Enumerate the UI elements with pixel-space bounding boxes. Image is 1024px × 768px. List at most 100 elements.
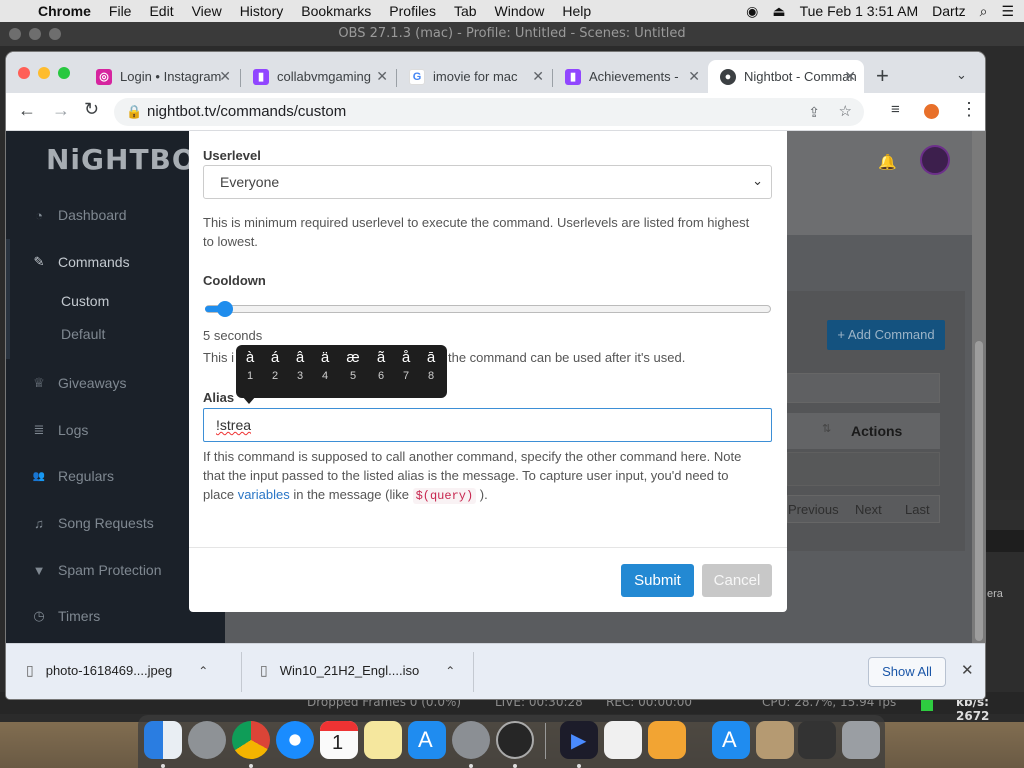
filter-icon: ▼: [32, 562, 46, 578]
cooldown-slider-track[interactable]: [205, 305, 771, 313]
sidebar-item-default[interactable]: Default: [61, 326, 105, 342]
menubar-user[interactable]: Dartz: [932, 3, 965, 19]
spotlight-search-icon[interactable]: ⌕: [980, 3, 988, 20]
sidebar-item-logs[interactable]: ≣ Logs: [32, 422, 89, 438]
page-scrollbar-thumb[interactable]: [975, 341, 983, 641]
userlevel-select[interactable]: Everyone ⌄: [203, 165, 772, 199]
accent-option[interactable]: à1: [237, 349, 263, 382]
menubar-datetime[interactable]: Tue Feb 1 3:51 AM: [800, 3, 919, 19]
window-zoom-button[interactable]: [58, 67, 70, 79]
tab-close-icon[interactable]: ✕: [688, 68, 700, 85]
cancel-button[interactable]: Cancel: [702, 564, 772, 597]
tab-achievements[interactable]: ▮ Achievements - ✕: [553, 60, 708, 93]
menu-help[interactable]: Help: [553, 3, 600, 19]
chevron-up-icon[interactable]: ⌃: [445, 664, 455, 678]
accent-option[interactable]: á2: [262, 349, 288, 382]
obs-icon[interactable]: [496, 721, 534, 759]
downloads-stack-icon[interactable]: [756, 721, 794, 759]
extension-basketball-icon[interactable]: [924, 104, 939, 119]
share-icon[interactable]: ⇪: [808, 98, 820, 126]
tab-search-chevron-icon[interactable]: ⌄: [956, 67, 967, 83]
system-preferences-icon[interactable]: [452, 721, 490, 759]
alias-input[interactable]: !strea: [203, 408, 772, 442]
tab-nightbot[interactable]: ● Nightbot - Commands ✕: [708, 60, 864, 93]
menu-history[interactable]: History: [231, 3, 293, 19]
control-center-icon[interactable]: ☰: [1001, 3, 1014, 20]
obs-bitrate: kb/s: 2672: [956, 695, 990, 723]
cooldown-slider-handle[interactable]: [217, 301, 233, 317]
sidebar-item-commands[interactable]: ✎ Commands: [32, 254, 130, 270]
sidebar-item-regulars[interactable]: 👥 Regulars: [32, 468, 114, 484]
obs-minimize-button[interactable]: [29, 28, 41, 40]
tab-close-icon[interactable]: ✕: [376, 68, 388, 85]
accent-option[interactable]: ä4: [312, 349, 338, 382]
chevron-up-icon[interactable]: ⌃: [198, 664, 208, 678]
tab-close-icon[interactable]: ✕: [844, 68, 856, 85]
video-player-icon[interactable]: ▶: [560, 721, 598, 759]
menu-bookmarks[interactable]: Bookmarks: [292, 3, 380, 19]
show-all-button[interactable]: Show All: [868, 657, 946, 687]
sidebar-item-song-requests[interactable]: ♫ Song Requests: [32, 515, 154, 531]
safari-icon[interactable]: [276, 721, 314, 759]
address-bar[interactable]: 🔒 nightbot.tv/commands/custom ⇪ ☆: [114, 98, 864, 126]
accent-option[interactable]: å7: [393, 349, 419, 382]
window-close-button[interactable]: [18, 67, 30, 79]
sidebar-item-custom[interactable]: Custom: [61, 293, 109, 309]
calendar-icon[interactable]: 1: [320, 721, 358, 759]
tab-close-icon[interactable]: ✕: [219, 68, 231, 85]
tab-collabvmgaming[interactable]: ▮ collabvmgaming ✕: [241, 60, 396, 93]
app-menu[interactable]: Chrome: [29, 3, 100, 19]
alias-help-text: If this command is supposed to call anot…: [203, 447, 763, 506]
chrome-menu-icon[interactable]: ⋮: [960, 99, 978, 120]
chrome-window: ◎ Login • Instagram ✕ ▮ collabvmgaming ✕…: [6, 52, 985, 699]
menu-file[interactable]: File: [100, 3, 141, 19]
menu-profiles[interactable]: Profiles: [380, 3, 445, 19]
download-item-jpeg[interactable]: ▯ photo-1618469....jpeg ⌃: [26, 662, 208, 679]
home-icon[interactable]: [648, 721, 686, 759]
accent-option[interactable]: ā8: [418, 349, 444, 382]
trash-icon[interactable]: [842, 721, 880, 759]
tab-instagram[interactable]: ◎ Login • Instagram ✕: [84, 60, 239, 93]
window-minimize-button[interactable]: [38, 67, 50, 79]
reload-icon[interactable]: ↻: [84, 99, 99, 120]
app-store-download-icon[interactable]: A: [712, 721, 750, 759]
menu-window[interactable]: Window: [486, 3, 554, 19]
obs-status-icon[interactable]: ◉: [746, 3, 758, 20]
chrome-icon[interactable]: [232, 721, 270, 759]
textedit-icon[interactable]: [604, 721, 642, 759]
download-item-iso[interactable]: ▯ Win10_21H2_Engl....iso ⌃: [260, 662, 455, 679]
trophy-icon: ♕: [33, 375, 45, 390]
launchpad-icon[interactable]: [188, 721, 226, 759]
accent-option[interactable]: â3: [287, 349, 313, 382]
obs-close-button[interactable]: [9, 28, 21, 40]
accent-option[interactable]: ã6: [368, 349, 394, 382]
sidebar-item-spam-protection[interactable]: ▼ Spam Protection: [32, 562, 162, 578]
alias-help-part: in the message (like: [289, 487, 413, 502]
new-tab-icon[interactable]: +: [876, 63, 889, 89]
menu-tab[interactable]: Tab: [445, 3, 486, 19]
close-downloads-icon[interactable]: ✕: [961, 661, 974, 679]
accent-option[interactable]: æ5: [340, 349, 366, 382]
sidebar-item-giveaways[interactable]: ♕ Giveaways: [32, 375, 126, 391]
tab-close-icon[interactable]: ✕: [532, 68, 544, 85]
userlevel-help-text: This is minimum required userlevel to ex…: [203, 215, 750, 249]
back-arrow-icon[interactable]: ←: [18, 100, 36, 121]
nightbot-page: 🔔 + Add Command Actions ⇅ Previous Next …: [6, 131, 985, 643]
eject-icon[interactable]: ⏏: [772, 3, 785, 20]
sidebar-item-timers[interactable]: ◷ Timers: [32, 608, 100, 624]
submit-button[interactable]: Submit: [621, 564, 694, 597]
cooldown-help-end: the command can be used after it's used.: [448, 350, 686, 365]
finder-icon[interactable]: [144, 721, 182, 759]
obs-zoom-button[interactable]: [49, 28, 61, 40]
variables-link[interactable]: variables: [238, 487, 290, 502]
bookmark-star-icon[interactable]: ☆: [839, 98, 852, 126]
sidebar-item-dashboard[interactable]: ◔ Dashboard: [32, 207, 126, 223]
media-queue-icon[interactable]: ≡: [891, 101, 900, 118]
tab-google-search[interactable]: G imovie for mac ✕: [397, 60, 552, 93]
screenshots-stack-icon[interactable]: [798, 721, 836, 759]
notes-icon[interactable]: [364, 721, 402, 759]
menu-view[interactable]: View: [183, 3, 231, 19]
forward-arrow-icon[interactable]: →: [52, 100, 70, 121]
menu-edit[interactable]: Edit: [140, 3, 182, 19]
app-store-icon[interactable]: A: [408, 721, 446, 759]
